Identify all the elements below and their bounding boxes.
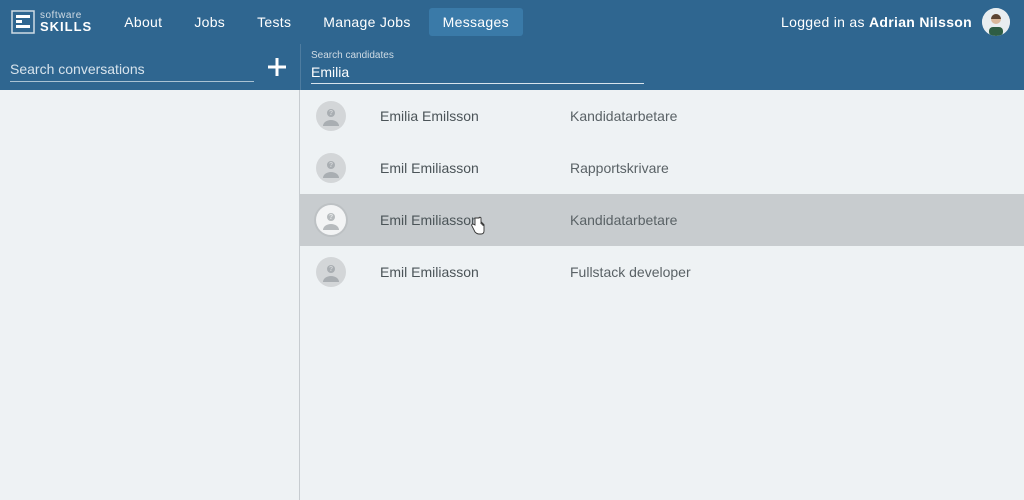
person-placeholder-icon: ? [321, 210, 341, 230]
nav-tests[interactable]: Tests [243, 8, 305, 36]
conversations-search-input[interactable] [10, 57, 254, 82]
nav-messages[interactable]: Messages [429, 8, 523, 36]
svg-text:?: ? [329, 214, 333, 221]
svg-text:?: ? [329, 162, 333, 169]
conversations-sidebar [0, 90, 300, 500]
candidate-search-input[interactable] [311, 62, 644, 83]
primary-nav: About Jobs Tests Manage Jobs Messages [110, 8, 523, 36]
candidate-avatar: ? [316, 205, 346, 235]
user-label: Logged in as Adrian Nilsson [781, 14, 972, 30]
brand-line2: SKILLS [40, 21, 92, 33]
person-placeholder-icon: ? [321, 262, 341, 282]
candidate-role: Rapportskrivare [570, 160, 669, 176]
candidate-row[interactable]: ? Emil Emiliasson Fullstack developer [300, 246, 1024, 298]
sub-bar: Search candidates [0, 44, 1024, 90]
person-placeholder-icon: ? [321, 106, 341, 126]
nav-manage-jobs[interactable]: Manage Jobs [309, 8, 424, 36]
candidate-role: Kandidatarbetare [570, 212, 677, 228]
conversations-search-area [0, 44, 300, 90]
candidate-row[interactable]: ? Emilia Emilsson Kandidatarbetare [300, 90, 1024, 142]
brand-logo-mark [10, 9, 36, 35]
user-name: Adrian Nilsson [869, 14, 972, 30]
user-area[interactable]: Logged in as Adrian Nilsson [781, 8, 1010, 36]
candidate-name: Emil Emiliasson [380, 264, 570, 280]
brand-logo-text: software SKILLS [40, 11, 92, 33]
candidate-role: Kandidatarbetare [570, 108, 677, 124]
top-nav: software SKILLS About Jobs Tests Manage … [0, 0, 1024, 44]
nav-jobs[interactable]: Jobs [180, 8, 239, 36]
user-prefix: Logged in as [781, 14, 869, 30]
candidate-name: Emil Emiliasson [380, 160, 570, 176]
candidate-name: Emil Emiliasson [380, 212, 570, 228]
candidate-row[interactable]: ? Emil Emiliasson Kandidatarbetare [300, 194, 1024, 246]
candidate-search-label: Search candidates [311, 50, 1014, 61]
nav-about[interactable]: About [110, 8, 176, 36]
candidate-role: Fullstack developer [570, 264, 691, 280]
person-placeholder-icon: ? [321, 158, 341, 178]
plus-icon [266, 56, 288, 78]
user-avatar[interactable] [982, 8, 1010, 36]
svg-text:?: ? [329, 266, 333, 273]
svg-text:?: ? [329, 110, 333, 117]
candidate-search-area: Search candidates [300, 44, 1024, 90]
candidate-avatar: ? [316, 257, 346, 287]
candidate-avatar: ? [316, 153, 346, 183]
candidate-row[interactable]: ? Emil Emiliasson Rapportskrivare [300, 142, 1024, 194]
candidate-avatar: ? [316, 101, 346, 131]
new-conversation-button[interactable] [264, 54, 290, 80]
brand-logo[interactable]: software SKILLS [10, 9, 92, 35]
candidate-results: ? Emilia Emilsson Kandidatarbetare ? Emi… [300, 90, 1024, 500]
candidate-name: Emilia Emilsson [380, 108, 570, 124]
main-content: ? Emilia Emilsson Kandidatarbetare ? Emi… [0, 90, 1024, 500]
